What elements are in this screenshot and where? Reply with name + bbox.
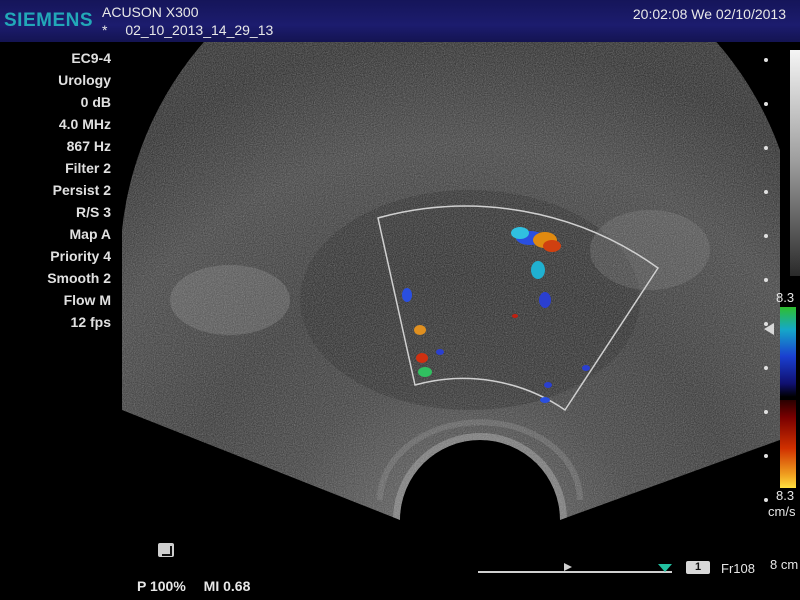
param-smooth: Smooth 2 xyxy=(47,270,111,286)
param-filter: Filter 2 xyxy=(65,160,111,176)
system-model: ACUSON X300 xyxy=(102,4,199,20)
color-scale-min: 8.3 xyxy=(776,488,795,503)
date: 02/10/2013 xyxy=(715,6,786,22)
depth-readout: 8 cm xyxy=(770,557,799,572)
date-time: 20:02:08 We 02/10/2013 xyxy=(633,6,786,22)
param-persist: Persist 2 xyxy=(52,182,111,198)
frame-number: Fr108 xyxy=(721,561,755,576)
grayscale-bar xyxy=(790,50,800,276)
study-id: * 02_10_2013_14_29_13 xyxy=(102,22,273,38)
power-readout: P 100% MI 0.68 xyxy=(137,578,264,594)
color-scale-negative xyxy=(780,400,796,488)
param-priority: Priority 4 xyxy=(50,248,111,264)
brand-logo: SIEMENS xyxy=(4,10,94,31)
param-flow: Flow M xyxy=(63,292,111,308)
param-framerate: 12 fps xyxy=(70,314,111,330)
param-map: Map A xyxy=(69,226,111,242)
color-scale-positive xyxy=(780,307,796,397)
param-transducer: EC9-4 xyxy=(71,50,111,66)
param-rs: R/S 3 xyxy=(75,204,111,220)
cine-slider-thumb-icon[interactable] xyxy=(658,564,672,572)
baseline-marker-icon[interactable] xyxy=(764,323,774,335)
cine-start-marker-icon[interactable] xyxy=(564,563,572,571)
weekday: We xyxy=(691,6,713,22)
time: 20:02:08 xyxy=(632,6,688,22)
cine-clip-icon[interactable] xyxy=(158,543,174,557)
imaging-parameters: EC9-4 Urology 0 dB 4.0 MHz 867 Hz Filter… xyxy=(0,47,111,333)
mi-value: MI 0.68 xyxy=(203,578,251,594)
color-scale-max: 8.3 xyxy=(776,290,795,305)
param-preset: Urology xyxy=(58,72,111,88)
clip-number-badge[interactable]: 1 xyxy=(686,561,710,574)
study-marker: * xyxy=(102,22,108,38)
study-id-text: 02_10_2013_14_29_13 xyxy=(125,22,274,38)
header-bar: SIEMENS ACUSON X300 * 02_10_2013_14_29_1… xyxy=(0,0,800,42)
power-value: P 100% xyxy=(137,578,186,594)
param-prf: 867 Hz xyxy=(66,138,111,154)
param-gain: 0 dB xyxy=(80,94,111,110)
color-scale-unit: cm/s xyxy=(768,504,796,519)
ultrasound-image xyxy=(122,0,780,520)
param-frequency: 4.0 MHz xyxy=(58,116,111,132)
cine-slider-track[interactable] xyxy=(478,571,672,573)
